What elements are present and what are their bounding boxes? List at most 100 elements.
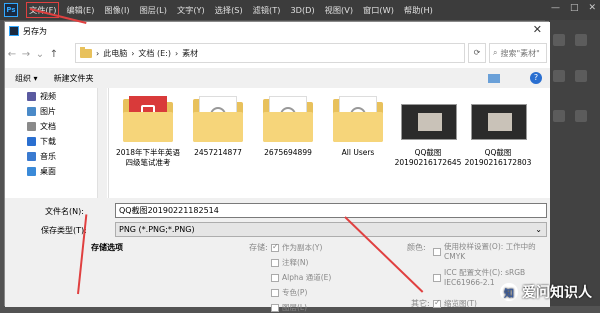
file-name: 2457214877 [183,148,253,158]
maximize-icon[interactable]: □ [570,3,579,13]
filename-label: 文件名(N): [45,206,84,217]
pdf-folder-icon [119,94,177,144]
search-icon: ⌕ [493,48,497,58]
breadcrumb-folder[interactable]: 素材 [182,48,198,59]
folder-icon [329,94,387,144]
documents-icon [27,122,36,131]
thumbnail-label: 缩览图(T) [444,298,477,309]
panel-tool-icon[interactable] [575,70,587,82]
view-options-icon[interactable] [488,74,500,83]
close-icon[interactable]: ✕ [588,3,596,13]
sidebar-item[interactable]: 图片 [27,105,56,118]
storage-option-checkbox[interactable]: 图层(L) [271,302,307,313]
checkbox-icon [433,274,441,282]
watermark-text: 爱问知识人 [522,282,592,302]
video-icon [27,92,36,101]
desktop-icon [27,167,36,176]
help-icon[interactable]: ? [530,72,542,84]
recent-locations-button[interactable]: ⌄ [33,49,47,60]
menu-layer[interactable]: 图层(L) [135,0,172,20]
breadcrumb-drive[interactable]: 文档 (E:) [138,48,171,59]
panel-tool-icon[interactable] [553,34,565,46]
minimize-icon[interactable]: — [551,3,560,13]
dialog-close-button[interactable]: ✕ [533,23,542,36]
search-placeholder: 搜索"素材" [500,48,539,59]
checkbox-icon [433,248,441,256]
file-item[interactable]: 2457214877 [183,88,253,158]
image-thumbnail-icon [469,94,527,144]
file-item[interactable]: 2675694899 [253,88,323,158]
menu-3d[interactable]: 3D(D) [285,0,319,20]
sidebar-item[interactable]: 文档 [27,120,56,133]
proof-setup-checkbox[interactable]: 使用校样设置(O): 工作中的 CMYK [433,242,556,262]
address-bar[interactable]: › 此电脑 › 文档 (E:) › 素材 [75,43,465,63]
sidebar-item[interactable]: 视频 [27,90,56,103]
folder-icon [80,49,92,58]
menu-filter[interactable]: 滤镜(T) [248,0,286,20]
file-name: QQ截图20190216172803 [463,148,533,168]
dialog-title: 另存为 [23,26,47,37]
storage-option-checkbox[interactable]: 注释(N) [271,257,308,268]
storage-option-label: 注释(N) [282,257,308,268]
file-item[interactable]: All Users [323,88,393,158]
file-list: 2018年下半年英语四级笔试准考24572148772675694899All … [109,88,550,198]
filename-input[interactable]: QQ截图20190221182514 [115,203,547,218]
storage-option-checkbox[interactable]: 专色(P) [271,287,307,298]
navigation-scrollbar[interactable] [97,88,107,198]
panel-tool-icon[interactable] [553,70,565,82]
menu-view[interactable]: 视图(V) [320,0,358,20]
panel-tool-icon[interactable] [553,110,565,122]
dialog-titlebar: 另存为 [5,22,550,40]
checkbox-icon [271,289,279,297]
sidebar-item[interactable]: 桌面 [27,165,56,178]
storage-option-checkbox[interactable]: 作为副本(Y) [271,242,322,253]
menu-type[interactable]: 文字(Y) [172,0,210,20]
filetype-label: 保存类型(T): [41,225,87,236]
proof-setup-label: 使用校样设置(O): 工作中的 CMYK [444,242,556,262]
file-item[interactable]: QQ截图20190216172803 [463,88,533,168]
thumbnail-checkbox[interactable]: 缩览图(T) [433,298,477,309]
path-separator: › [175,49,178,58]
panel-tool-icon[interactable] [575,34,587,46]
pictures-icon [27,107,36,116]
menu-image[interactable]: 图像(I) [99,0,134,20]
back-button[interactable]: ← [5,49,19,60]
watermark: 知 爱问知识人 [500,282,592,302]
watermark-logo-icon: 知 [500,283,518,301]
storage-option-label: 图层(L) [282,302,307,313]
refresh-icon[interactable]: ⟳ [468,43,486,63]
window-controls: — □ ✕ [551,3,596,13]
storage-label: 存储: [249,242,268,253]
file-name: 2675694899 [253,148,323,158]
sidebar-item[interactable]: 音乐 [27,150,56,163]
sidebar-item-label: 视频 [40,91,56,102]
organize-button[interactable]: 组织 ▾ [15,73,38,84]
panel-tool-icon[interactable] [575,110,587,122]
menu-window[interactable]: 窗口(W) [358,0,399,20]
download-icon [27,137,36,146]
photoshop-panels [545,20,600,306]
new-folder-button[interactable]: 新建文件夹 [54,73,94,84]
storage-option-label: 作为副本(Y) [282,242,322,253]
image-thumbnail-icon [399,94,457,144]
save-as-dialog: 另存为 ✕ ← → ⌄ ↑ › 此电脑 › 文档 (E:) › 素材 ⟳ ⌕ 搜… [4,21,549,306]
forward-button[interactable]: → [19,49,33,60]
photoshop-logo: Ps [4,3,18,17]
storage-option-checkbox[interactable]: Alpha 通道(E) [271,272,331,283]
menu-select[interactable]: 选择(S) [210,0,248,20]
search-input[interactable]: ⌕ 搜索"素材" [489,43,547,63]
breadcrumb-this-pc[interactable]: 此电脑 [103,48,127,59]
up-button[interactable]: ↑ [47,49,61,60]
color-label: 颜色: [407,242,426,253]
checkbox-icon [271,274,279,282]
file-item[interactable]: QQ截图20190216172645 [393,88,463,168]
navigation-pane: 视频图片文档下载音乐桌面 [5,88,109,198]
filetype-select[interactable]: PNG (*.PNG;*.PNG) ⌄ [115,222,547,237]
file-item[interactable]: 2018年下半年英语四级笔试准考 [113,88,183,168]
menu-help[interactable]: 帮助(H) [399,0,438,20]
sidebar-item-label: 文档 [40,121,56,132]
photoshop-menubar: Ps 文件(F) 编辑(E) 图像(I) 图层(L) 文字(Y) 选择(S) 滤… [0,0,600,20]
chevron-down-icon: ⌄ [535,223,542,236]
save-options-heading: 存储选项 [91,242,123,253]
sidebar-item[interactable]: 下载 [27,135,56,148]
